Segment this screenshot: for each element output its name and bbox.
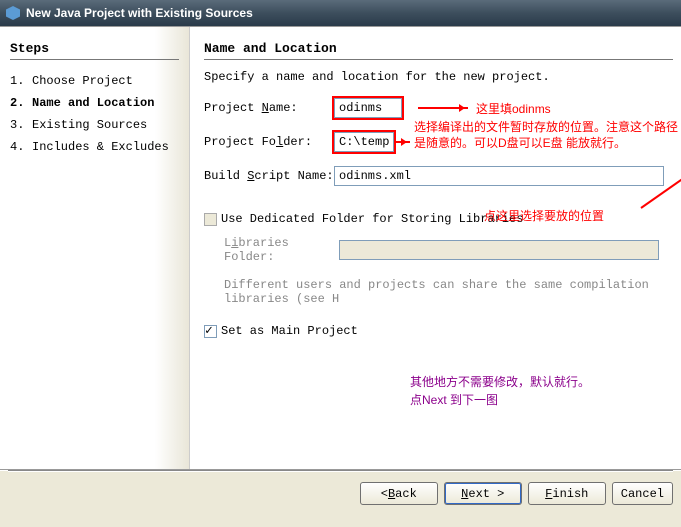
build-script-input[interactable] [334,166,664,186]
project-folder-row: Project Folder: 选择编译出的文件暂时存放的位置。注意这个路径是随… [204,132,681,152]
arrow-icon [418,107,468,109]
dedicated-folder-label: Use Dedicated Folder for Storing Librari… [221,212,523,226]
steps-heading: Steps [10,41,179,60]
project-folder-label: Project Folder: [204,135,334,149]
step-item: 3. Existing Sources [10,114,179,136]
finish-button[interactable]: Finish [528,482,606,505]
arrow-icon [396,141,410,143]
steps-sidebar: Steps 1. Choose Project 2. Name and Loca… [0,27,190,469]
project-folder-input[interactable] [334,132,394,152]
cancel-button[interactable]: Cancel [612,482,673,505]
libraries-folder-row: Libraries Folder: [224,236,681,264]
footer-separator [8,470,673,471]
step-item: 1. Choose Project [10,70,179,92]
main-project-label: Set as Main Project [221,324,358,338]
annotation-project-folder: 选择编译出的文件暂时存放的位置。注意这个路径是随意的。可以D盘可以E盘 能放就行… [414,120,678,151]
annotation-purple-note: 其他地方不需要修改，默认就行。 点Next 到下一图 [410,373,590,409]
content-description: Specify a name and location for the new … [204,70,681,84]
wizard-footer: < Back Next > Finish Cancel [0,470,681,516]
content-heading: Name and Location [204,41,673,60]
dedicated-folder-row: Use Dedicated Folder for Storing Librari… [204,212,681,226]
main-project-row: Set as Main Project [204,324,681,338]
next-button[interactable]: Next > [444,482,522,505]
project-name-label: Project Name: [204,101,334,115]
back-button[interactable]: < Back [360,482,438,505]
annotation-build-script: 点这里选择要放的位置 [484,207,604,224]
window-title: New Java Project with Existing Sources [26,6,253,20]
project-name-input[interactable] [334,98,402,118]
dedicated-folder-checkbox[interactable] [204,213,217,226]
wizard-body: Steps 1. Choose Project 2. Name and Loca… [0,26,681,470]
window-titlebar: New Java Project with Existing Sources [0,0,681,26]
step-item: 4. Includes & Excludes [10,136,179,158]
libraries-hint: Different users and projects can share t… [224,278,681,306]
steps-list: 1. Choose Project 2. Name and Location 3… [10,70,179,158]
libraries-folder-label: Libraries Folder: [224,236,339,264]
app-icon [6,6,20,20]
annotation-project-name: 这里填odinms [476,100,551,117]
project-name-row: Project Name: 这里填odinms [204,98,681,118]
main-project-checkbox[interactable] [204,325,217,338]
content-panel: Name and Location Specify a name and loc… [190,27,681,469]
build-script-row: Build Script Name: [204,166,681,186]
build-script-label: Build Script Name: [204,169,334,183]
step-item-current: 2. Name and Location [10,92,179,114]
libraries-folder-input [339,240,659,260]
